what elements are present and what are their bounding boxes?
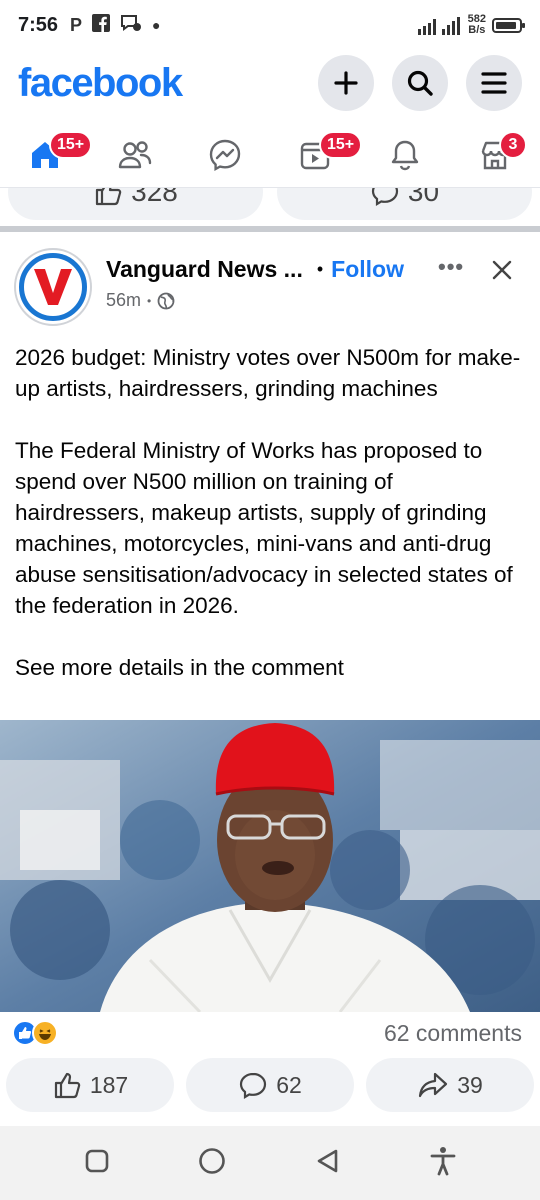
comments-count[interactable]: 62 comments <box>384 1020 522 1047</box>
tab-messenger[interactable] <box>195 125 255 185</box>
share-count: 39 <box>457 1071 483 1098</box>
tab-marketplace[interactable]: 3 <box>465 125 527 185</box>
comment-icon <box>371 188 399 206</box>
feed-separator <box>0 226 540 232</box>
comment-count: 62 <box>276 1071 302 1098</box>
messenger-icon <box>209 139 241 171</box>
signal-icon <box>417 17 460 35</box>
post-time[interactable]: 56m <box>106 290 141 311</box>
post-photo <box>0 720 540 1012</box>
post-body: The Federal Ministry of Works has propos… <box>15 438 513 618</box>
comment-icon <box>240 1072 267 1099</box>
previous-like-button[interactable]: 328 <box>8 188 263 220</box>
post-text: 2026 budget: Ministry votes over N500m f… <box>15 342 527 683</box>
home-circle-icon <box>198 1147 225 1174</box>
home-badge: 15+ <box>49 130 93 159</box>
recent-apps-button[interactable] <box>84 1148 110 1179</box>
share-button[interactable]: 39 <box>366 1058 534 1112</box>
page-name[interactable]: Vanguard News ... <box>106 256 303 283</box>
facebook-notification-icon <box>92 13 111 37</box>
haha-reaction-icon <box>32 1020 58 1046</box>
hide-post-button[interactable] <box>490 258 514 287</box>
facebook-logo[interactable]: facebook <box>18 61 183 106</box>
status-right: 582 B/s <box>417 13 525 36</box>
status-time: 7:56 <box>18 13 59 36</box>
accessibility-icon <box>430 1146 455 1175</box>
comment-button[interactable]: 62 <box>186 1058 354 1112</box>
marketplace-badge: 3 <box>499 130 527 159</box>
recent-apps-icon <box>85 1149 108 1172</box>
more-options-button[interactable]: ••• <box>438 254 464 280</box>
network-speed: 582 B/s <box>467 13 486 36</box>
video-badge: 15+ <box>319 130 363 159</box>
page-avatar[interactable] <box>14 248 92 326</box>
friends-icon <box>118 140 152 168</box>
menu-button[interactable] <box>466 55 522 111</box>
like-button[interactable]: 187 <box>6 1058 174 1112</box>
follow-button[interactable]: Follow <box>331 256 404 283</box>
search-button[interactable] <box>392 55 448 111</box>
like-count: 187 <box>89 1071 129 1098</box>
previous-comment-button[interactable]: 30 <box>277 188 532 220</box>
battery-icon <box>492 17 525 33</box>
more-notifications-dot: ● <box>152 17 161 33</box>
app-header: facebook <box>0 52 540 114</box>
home-system-button[interactable] <box>197 1146 227 1181</box>
like-icon <box>96 188 122 206</box>
carrier-icon: P <box>70 14 83 35</box>
name-separator: • <box>316 259 324 279</box>
meta-separator: • <box>147 293 152 308</box>
reaction-icons <box>12 1020 58 1046</box>
share-icon <box>419 1072 448 1098</box>
plus-icon <box>334 71 358 95</box>
status-bar: 7:56 P ● 582 B/s <box>0 0 540 50</box>
navigation-tabs: 15+ 15+ 3 <box>0 122 540 188</box>
status-notification-icons: P ● <box>70 13 161 37</box>
tab-notifications[interactable] <box>375 125 435 185</box>
tab-home[interactable]: 15+ <box>15 125 93 185</box>
close-icon <box>492 260 512 280</box>
accessibility-button[interactable] <box>429 1146 457 1181</box>
bell-icon <box>391 140 419 170</box>
previous-post-actions: 328 30 <box>0 188 540 228</box>
tab-video[interactable]: 15+ <box>285 125 363 185</box>
create-button[interactable] <box>318 55 374 111</box>
globe-icon <box>157 292 175 309</box>
post-headline: 2026 budget: Ministry votes over N500m f… <box>15 345 521 401</box>
back-triangle-icon <box>317 1149 337 1172</box>
battery-level <box>496 21 516 29</box>
system-navigation-bar <box>0 1126 540 1200</box>
post-name-row: Vanguard News ... • Follow <box>106 256 404 283</box>
post-actions: 187 62 39 <box>6 1058 534 1112</box>
post-meta: 56m • <box>106 290 175 311</box>
search-icon <box>407 70 433 96</box>
header-actions <box>318 55 522 111</box>
chat-notification-icon <box>120 14 142 37</box>
vanguard-logo <box>19 253 87 321</box>
back-button[interactable] <box>314 1147 342 1180</box>
like-icon <box>54 1072 81 1099</box>
post-header: Vanguard News ... • Follow ••• 56m • <box>0 244 540 328</box>
post-image[interactable] <box>0 720 540 1012</box>
post-see-more-note: See more details in the comment <box>15 655 344 680</box>
tab-friends[interactable] <box>105 125 165 185</box>
menu-icon <box>481 72 507 94</box>
reactions-summary[interactable]: 62 comments <box>12 1014 522 1052</box>
